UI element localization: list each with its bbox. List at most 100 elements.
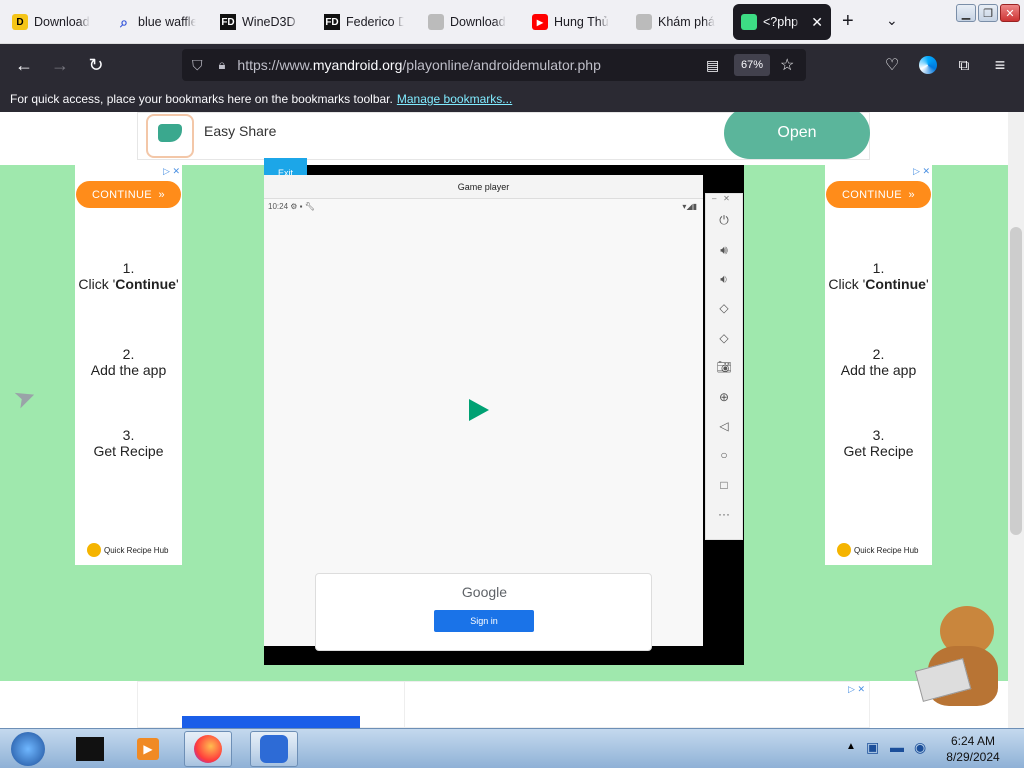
volume-up-icon[interactable]: 🔊︎ bbox=[706, 240, 742, 260]
zoom-icon[interactable]: ⊕ bbox=[706, 387, 742, 407]
tab-active-php[interactable]: <?php e✕ bbox=[733, 4, 831, 40]
hamster-mascot-image bbox=[914, 606, 1004, 710]
emulator-toolbar: – ✕ ⏻ 🔊︎ 🔉︎ ◇ ◇ 📷︎ ⊕ ◁ ○ □ ··· bbox=[705, 193, 743, 540]
fd-icon: FD bbox=[220, 14, 236, 30]
account-icon[interactable] bbox=[910, 44, 946, 86]
tab-federico[interactable]: FD Federico D bbox=[316, 4, 412, 40]
youtube-icon: ▶ bbox=[532, 14, 548, 30]
tab-bar: DDownload ⌕blue waffle FDWineD3D F FDFed… bbox=[0, 0, 1024, 44]
ad-choices-icon[interactable]: ▷ ✕ bbox=[163, 166, 180, 177]
bookmark-star-icon[interactable]: ☆ bbox=[780, 55, 794, 75]
game-player-title: Game player bbox=[264, 175, 703, 199]
pocket-icon[interactable]: ♡ bbox=[874, 44, 910, 86]
android-emulator[interactable]: Exit Game player 10:24 ⚙ ▪ 🔧︎ ▾◢▮ Google… bbox=[264, 158, 744, 665]
fd-icon: FD bbox=[324, 14, 340, 30]
ad-open-button[interactable]: Open bbox=[724, 112, 870, 159]
list-tabs-button[interactable]: ⌄ bbox=[886, 12, 898, 29]
extensions-icon[interactable]: ⧉ bbox=[946, 44, 982, 86]
forward-button[interactable]: → bbox=[42, 44, 78, 86]
recipe-logo-icon bbox=[87, 543, 101, 557]
close-tab-icon[interactable]: ✕ bbox=[811, 14, 823, 31]
page-icon bbox=[428, 14, 444, 30]
start-button[interactable] bbox=[4, 731, 52, 767]
tray-icon-display[interactable]: ▬ bbox=[890, 739, 904, 755]
tab-download-1[interactable]: D Download bbox=[4, 4, 100, 40]
taskbar-firefox[interactable] bbox=[184, 731, 232, 767]
minimize-button[interactable]: ▁ bbox=[956, 4, 976, 22]
shield-icon: ⛉ bbox=[192, 56, 203, 73]
step-2: 2. Add the app bbox=[840, 346, 917, 378]
web-page: Easy Share Open ▷ ✕ CONTINUE » 1. Click '… bbox=[0, 112, 1008, 728]
android-icon bbox=[741, 14, 757, 30]
right-side-ad[interactable]: ▷ ✕ CONTINUE » 1. Click 'Continue' 2. Add … bbox=[825, 165, 932, 565]
address-bar[interactable]: ⛉ 🔒︎ https://www.myandroid.org/playonlin… bbox=[182, 49, 806, 81]
windows-taskbar: ▶ ▲ ▣ ▬ ◉ 6:24 AM 8/29/2024 bbox=[0, 728, 1024, 768]
camera-icon[interactable]: 📷︎ bbox=[706, 357, 742, 377]
rotate-right-icon[interactable]: ◇ bbox=[706, 328, 742, 348]
left-side-ad[interactable]: ▷ ✕ CONTINUE » 1. Click 'Continue' 2. Add … bbox=[75, 165, 182, 565]
emulator-screen[interactable]: Game player 10:24 ⚙ ▪ 🔧︎ ▾◢▮ Google Sign… bbox=[264, 175, 703, 651]
show-hidden-icons[interactable]: ▲ bbox=[846, 741, 856, 752]
more-icon[interactable]: ··· bbox=[706, 504, 742, 524]
recipe-logo-icon bbox=[837, 543, 851, 557]
app-icon: D bbox=[12, 14, 28, 30]
toolbar-window-controls[interactable]: – ✕ bbox=[712, 194, 730, 203]
continue-button[interactable]: CONTINUE » bbox=[826, 181, 931, 208]
tray-icon-volume[interactable]: ◉ bbox=[914, 739, 926, 756]
step-3: 3. Get Recipe bbox=[843, 427, 914, 459]
power-icon[interactable]: ⏻ bbox=[706, 210, 742, 230]
bottom-ad-banner[interactable]: ▷ ✕ bbox=[137, 681, 870, 728]
step-1: 1. Click 'Continue' bbox=[828, 260, 929, 292]
tab-download-2[interactable]: Download bbox=[420, 4, 516, 40]
zoom-level[interactable]: 67% bbox=[734, 54, 770, 76]
taskbar-app-cloud[interactable] bbox=[250, 731, 298, 767]
menu-icon[interactable]: ≡ bbox=[982, 44, 1018, 86]
system-clock[interactable]: 6:24 AM 8/29/2024 bbox=[938, 733, 1008, 765]
tab-blue-waffle[interactable]: ⌕ blue waffle bbox=[108, 4, 204, 40]
taskbar-app-media[interactable]: ▶ bbox=[124, 731, 172, 767]
lock-icon: 🔒︎ bbox=[218, 57, 226, 72]
reload-button[interactable]: ↻ bbox=[78, 44, 114, 86]
tab-kham-pha[interactable]: Khám phá bbox=[628, 4, 724, 40]
home-nav-icon[interactable]: ○ bbox=[706, 445, 742, 465]
quick-recipe-hub-logo: Quick Recipe Hub bbox=[87, 543, 168, 557]
easy-share-icon bbox=[146, 114, 194, 158]
tab-wined3d[interactable]: FDWineD3D F bbox=[212, 4, 308, 40]
play-games-icon bbox=[469, 399, 489, 421]
reader-view-icon[interactable]: ▤ bbox=[706, 57, 719, 74]
quick-recipe-hub-logo: Quick Recipe Hub bbox=[837, 543, 918, 557]
continue-button[interactable]: CONTINUE » bbox=[76, 181, 181, 208]
tab-hung-thu[interactable]: ▶ Hung Thủ bbox=[524, 4, 620, 40]
sign-in-button[interactable]: Sign in bbox=[434, 610, 534, 632]
search-icon: ⌕ bbox=[120, 13, 128, 30]
close-window-button[interactable]: ✕ bbox=[1000, 4, 1020, 22]
google-logo: Google bbox=[461, 584, 508, 600]
back-nav-icon[interactable]: ◁ bbox=[706, 416, 742, 436]
volume-down-icon[interactable]: 🔉︎ bbox=[706, 269, 742, 289]
tray-icon-network[interactable]: ▣ bbox=[866, 739, 879, 756]
url-text: https://www.myandroid.org/playonline/and… bbox=[237, 57, 601, 73]
google-signin-card: Google Sign in bbox=[315, 573, 652, 651]
bookmarks-toolbar: For quick access, place your bookmarks h… bbox=[0, 86, 1024, 112]
top-ad-banner[interactable]: Easy Share Open bbox=[137, 112, 870, 160]
step-2: 2. Add the app bbox=[90, 346, 167, 378]
rotate-left-icon[interactable]: ◇ bbox=[706, 298, 742, 318]
scrollbar-thumb[interactable] bbox=[1010, 227, 1022, 535]
step-3: 3. Get Recipe bbox=[93, 427, 164, 459]
step-1: 1. Click 'Continue' bbox=[78, 260, 179, 292]
overview-nav-icon[interactable]: □ bbox=[706, 475, 742, 495]
signal-icon: ▾◢▮ bbox=[682, 202, 697, 211]
maximize-button[interactable]: ❐ bbox=[978, 4, 998, 22]
status-bar: 10:24 ⚙ ▪ 🔧︎ bbox=[268, 202, 315, 211]
navigation-bar: ← → ↻ ⛉ 🔒︎ https://www.myandroid.org/pla… bbox=[0, 44, 1024, 86]
taskbar-app-terminal[interactable] bbox=[66, 731, 114, 767]
ad-blue-bar[interactable] bbox=[182, 716, 360, 728]
manage-bookmarks-link[interactable]: Manage bookmarks... bbox=[397, 92, 512, 106]
ad-app-name: Easy Share bbox=[204, 123, 277, 139]
back-button[interactable]: ← bbox=[6, 44, 42, 86]
ad-choices-icon[interactable]: ▷ ✕ bbox=[848, 684, 865, 695]
page-icon bbox=[636, 14, 652, 30]
ad-choices-icon[interactable]: ▷ ✕ bbox=[913, 166, 930, 177]
page-scrollbar[interactable] bbox=[1008, 112, 1024, 728]
new-tab-button[interactable]: + bbox=[842, 10, 854, 33]
